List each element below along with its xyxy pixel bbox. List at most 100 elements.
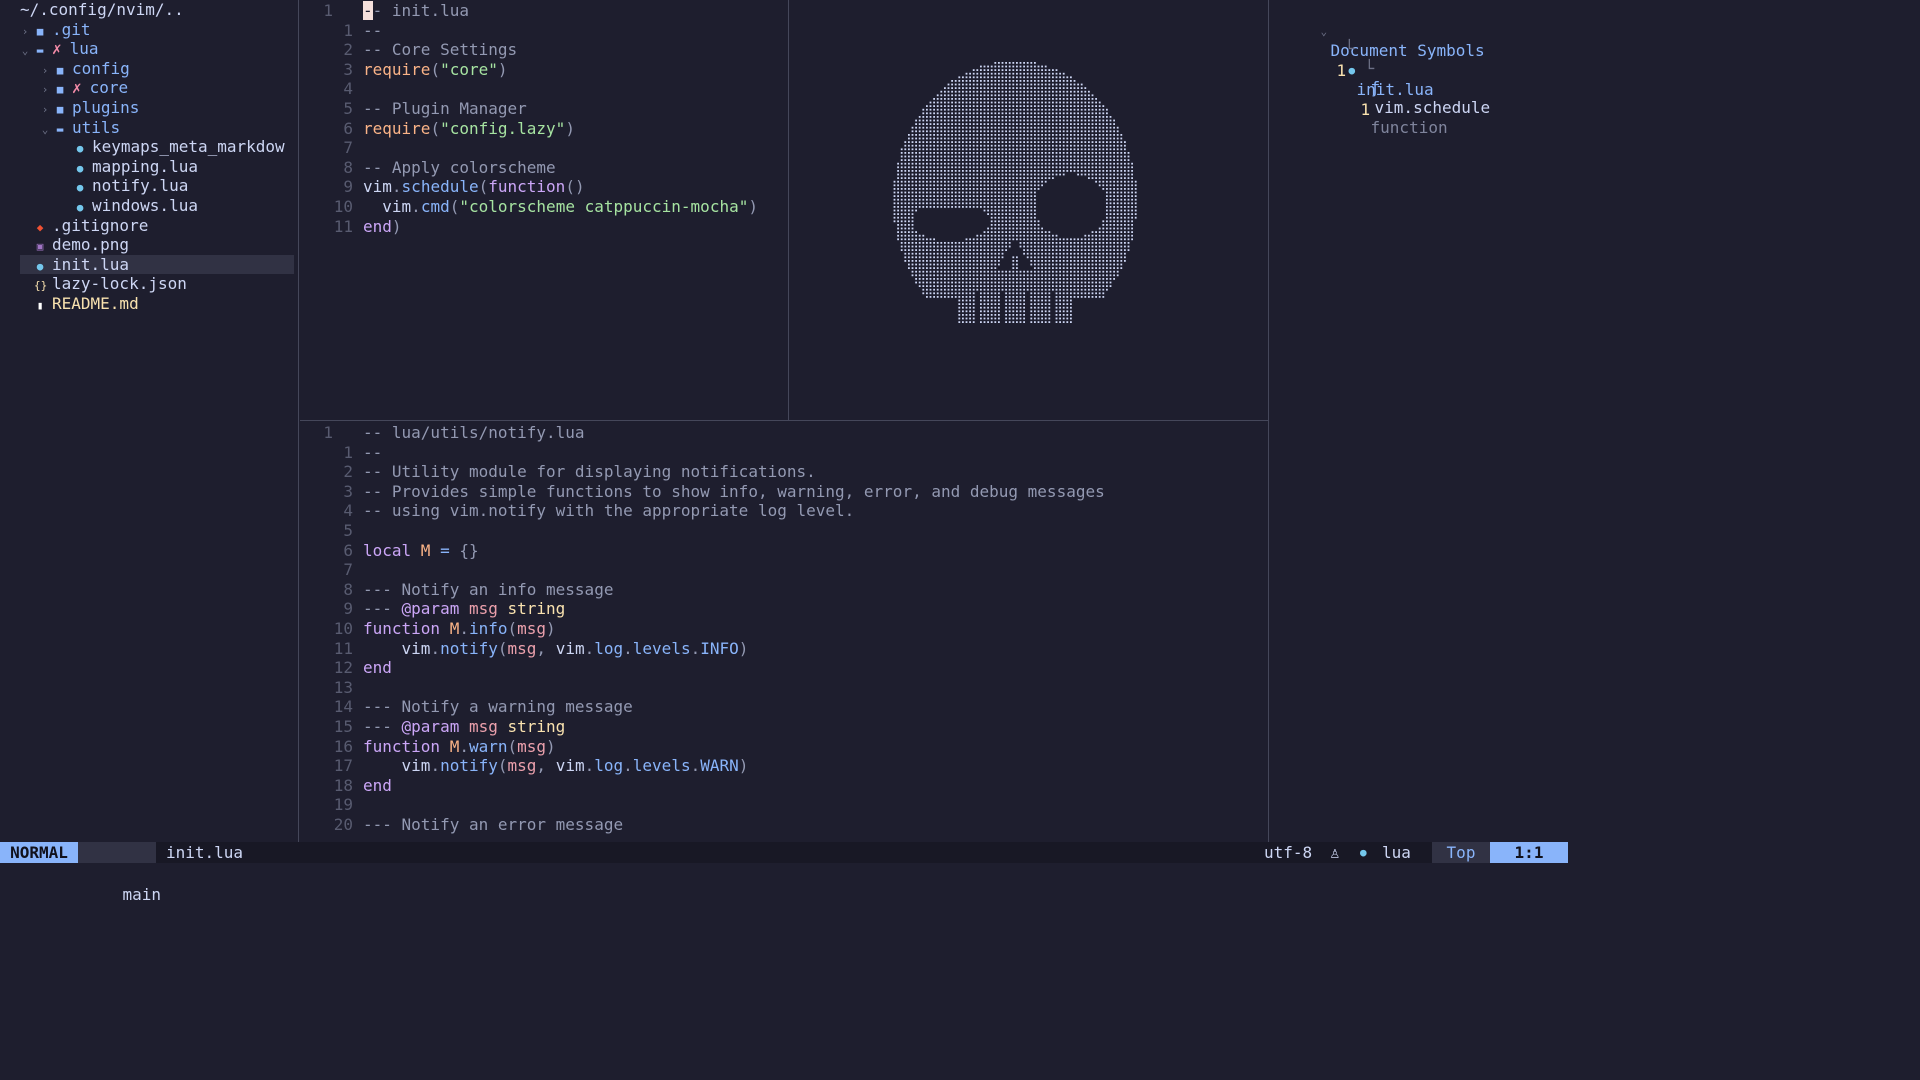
tree-item[interactable]: ● keymaps_meta_markdow <box>0 137 298 157</box>
outline-header[interactable]: ⌄ Document Symbols 1 <box>1282 0 1568 80</box>
tree-item-label: mapping.lua <box>92 156 198 176</box>
code-token: M <box>411 540 441 560</box>
tree-item[interactable]: ⌄ ▬ ✗ lua <box>0 39 298 59</box>
status-filetype: lua <box>1382 843 1411 862</box>
code-line[interactable]: 6 require("config.lazy") <box>300 119 788 139</box>
status-encoding: utf-8 <box>1264 843 1313 862</box>
code-text: --- Notify an info message <box>363 580 613 600</box>
code-line[interactable]: 12 end <box>300 658 1268 678</box>
code-token: levels <box>632 638 691 658</box>
code-token: {} <box>449 540 479 560</box>
tree-item[interactable]: › ■ plugins <box>0 98 298 118</box>
code-line[interactable]: 10 function M.info(msg) <box>300 619 1268 639</box>
tree-item[interactable]: › ■ config <box>0 59 298 79</box>
tree-root-path: ~/.config/nvim/.. <box>20 0 184 19</box>
code-token: warn <box>468 736 508 756</box>
code-token: . <box>584 638 595 658</box>
symbols-outline[interactable]: ⌄ Document Symbols 1 └ ● init.lua 1 └ ƒ … <box>1270 0 1568 842</box>
code-text: -- lua/utils/notify.lua <box>363 423 585 443</box>
editor-notify-lua[interactable]: 1 -- lua/utils/notify.lua 1 -- 2 -- Utility m… <box>300 422 1268 842</box>
code-line[interactable]: 6 local M = {} <box>300 541 1268 561</box>
line-number: 20 <box>333 815 353 834</box>
line-number: 1 <box>343 20 353 40</box>
tree-item-label: lua <box>69 39 99 59</box>
editor-init-lua[interactable]: 1 -- init.lua 1 -- 2 -- Core Settings 3 require… <box>300 0 788 420</box>
code-token: info <box>468 619 508 638</box>
code-line[interactable]: 9 vim.schedule(function() <box>300 177 788 197</box>
code-line[interactable]: 5 -- Plugin Manager <box>300 99 788 119</box>
code-text: end <box>363 776 392 796</box>
linux-os-icon: ♙ <box>1330 843 1340 862</box>
tree-item-label: README.md <box>52 294 139 313</box>
code-line[interactable]: 3 -- Provides simple functions to show in… <box>300 482 1268 502</box>
code-line[interactable]: 18 end <box>300 776 1268 796</box>
tree-item-label: .git <box>52 19 91 39</box>
tree-item[interactable]: {} lazy-lock.json <box>0 274 298 294</box>
line-number: 2 <box>343 462 353 482</box>
code-token: require <box>363 118 431 138</box>
code-token: ) <box>738 638 749 658</box>
tree-item[interactable]: ▣ demo.png <box>0 235 298 255</box>
code-text: -- using vim.notify with the appropriate… <box>363 501 854 521</box>
code-line[interactable]: 11 vim.notify(msg, vim.log.levels.INFO) <box>300 639 1268 659</box>
code-token: ) <box>546 619 556 638</box>
code-text: end <box>363 658 392 678</box>
tree-item[interactable]: ● notify.lua <box>0 176 298 196</box>
code-token: ( <box>497 638 508 658</box>
code-line[interactable]: 5 <box>300 521 1268 541</box>
code-token: msg <box>459 717 508 736</box>
code-line[interactable]: 8 -- Apply colorscheme <box>300 158 788 178</box>
tree-item[interactable]: ◆ .gitignore <box>0 216 298 236</box>
code-line[interactable]: 4 <box>300 79 788 99</box>
code-token: string <box>507 599 566 619</box>
tree-item[interactable]: ● windows.lua <box>0 196 298 216</box>
code-line[interactable]: 7 <box>300 560 1268 580</box>
tree-item[interactable]: › ■ ✗ core <box>0 78 298 98</box>
outline-symbol-item[interactable]: └ ƒ vim.schedule function <box>1326 39 1568 137</box>
code-line[interactable]: 1 -- init.lua <box>300 1 788 21</box>
tree-item[interactable]: ● mapping.lua <box>0 157 298 177</box>
code-line[interactable]: 20 --- Notify an error message <box>300 815 1268 835</box>
code-line[interactable]: 19 <box>300 795 1268 815</box>
code-line[interactable]: 15 --- @param msg string <box>300 717 1268 737</box>
git-branch[interactable]: ᚠ main <box>78 842 161 904</box>
code-token: end <box>363 216 392 236</box>
code-token: "colorscheme catppuccin-mocha" <box>459 197 749 216</box>
outline-symbol-label: vim.schedule <box>1374 97 1491 117</box>
file-tree[interactable]: ~/.config/nvim/.. › ■ .git ⌄ ▬ ✗ lua › ■ config › ■… <box>0 0 298 842</box>
code-token: . <box>391 177 402 197</box>
code-line[interactable]: 8 --- Notify an info message <box>300 580 1268 600</box>
code-token: -- Core Settings <box>363 40 518 60</box>
code-text: --- Notify an error message <box>363 815 623 835</box>
line-number: 10 <box>333 619 353 638</box>
code-line[interactable]: 16 function M.warn(msg) <box>300 737 1268 757</box>
code-line[interactable]: 11 end) <box>300 217 788 237</box>
code-token: vim <box>363 197 412 216</box>
code-line[interactable]: 1 -- <box>300 443 1268 463</box>
code-token: . <box>690 756 701 776</box>
code-line[interactable]: 2 -- Utility module for displaying notifi… <box>300 462 1268 482</box>
code-text: -- Utility module for displaying notific… <box>363 462 816 482</box>
code-token: . <box>430 638 441 658</box>
code-line[interactable]: 1 -- <box>300 21 788 41</box>
tree-item[interactable]: ● init.lua <box>20 254 294 275</box>
command-line[interactable] <box>0 863 1568 882</box>
code-line[interactable]: 3 require("core") <box>300 60 788 80</box>
code-line[interactable]: 10 vim.cmd("colorscheme catppuccin-mocha… <box>300 197 788 217</box>
tree-item[interactable]: ⌄ ▬ utils <box>0 118 298 138</box>
code-line[interactable]: 7 <box>300 138 788 158</box>
tree-item[interactable]: ▮ README.md <box>0 294 298 314</box>
tree-item[interactable]: › ■ .git <box>0 20 298 40</box>
code-line[interactable]: 2 -- Core Settings <box>300 40 788 60</box>
line-number: 11 <box>333 216 353 236</box>
code-line[interactable]: 14 --- Notify a warning message <box>300 697 1268 717</box>
code-text: require("config.lazy") <box>363 119 575 139</box>
tree-item-label: lazy-lock.json <box>52 274 187 294</box>
code-line[interactable]: 17 vim.notify(msg, vim.log.levels.WARN) <box>300 756 1268 776</box>
code-token: ) <box>391 216 402 236</box>
code-line[interactable]: 9 --- @param msg string <box>300 599 1268 619</box>
code-line[interactable]: 1 -- lua/utils/notify.lua <box>300 423 1268 443</box>
outline-file-item[interactable]: └ ● init.lua 1 <box>1306 20 1568 119</box>
code-line[interactable]: 13 <box>300 678 1268 698</box>
code-line[interactable]: 4 -- using vim.notify with the appropriat… <box>300 501 1268 521</box>
